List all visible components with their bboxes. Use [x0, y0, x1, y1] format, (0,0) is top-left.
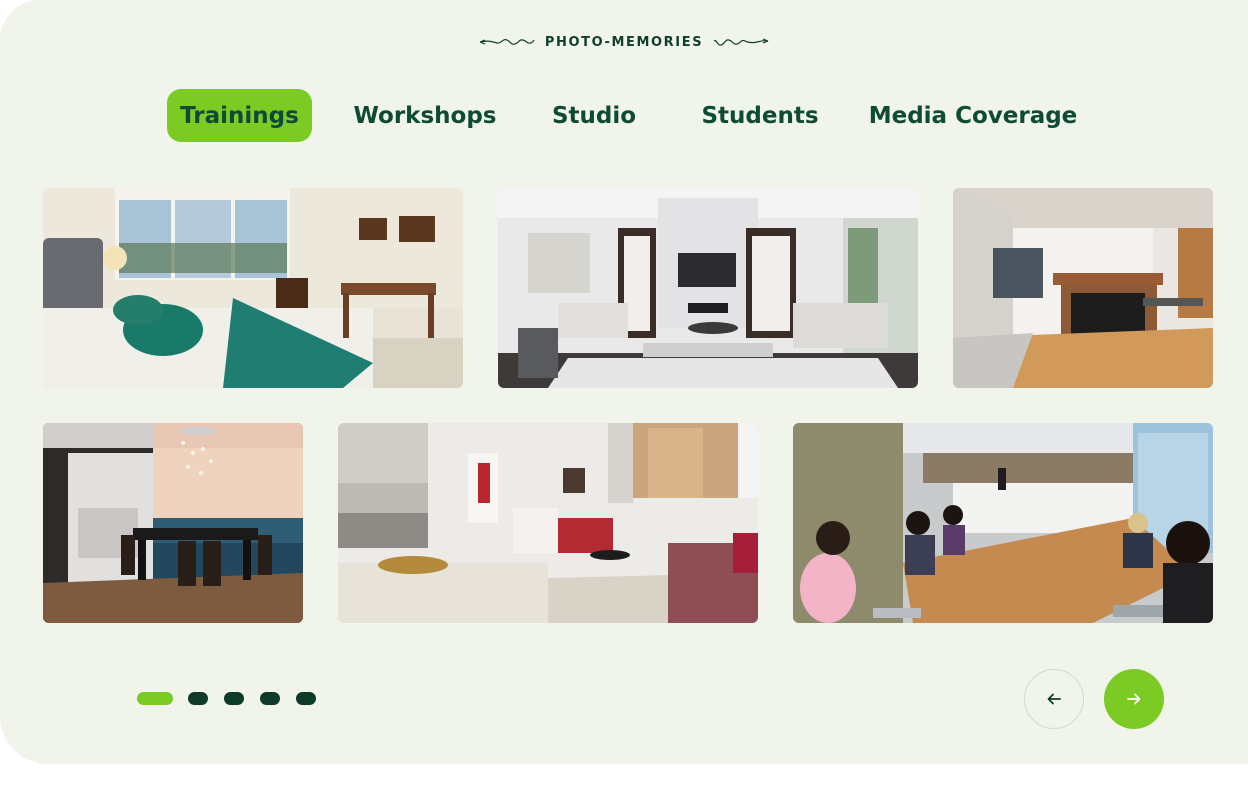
kitchen-living-area-photo-image: [338, 423, 758, 623]
fireplace-room-photo-image: [953, 188, 1213, 388]
pagination-dot[interactable]: [296, 692, 316, 705]
pagination-dot[interactable]: [188, 692, 208, 705]
tab-trainings[interactable]: Trainings: [167, 89, 312, 142]
tab-students[interactable]: Students: [692, 89, 828, 142]
section-eyebrow: PHOTO-MEMORIES: [0, 34, 1248, 50]
gallery-photo-kitchen-living[interactable]: [338, 423, 758, 623]
gallery-photo-living-room[interactable]: [498, 188, 918, 388]
pagination-dot[interactable]: [224, 692, 244, 705]
tab-workshops[interactable]: Workshops: [345, 89, 505, 142]
squiggle-left-icon: [479, 39, 535, 45]
gallery-photo-fireplace-room[interactable]: [953, 188, 1213, 388]
conference-room-meeting-photo-image: [793, 423, 1213, 623]
tab-label: Media Coverage: [868, 102, 1078, 129]
tab-label: Workshops: [353, 102, 497, 129]
living-room-photo-image: [498, 188, 918, 388]
squiggle-right-icon: [713, 38, 769, 46]
tab-studio[interactable]: Studio: [540, 89, 648, 142]
arrow-right-icon: [1127, 693, 1141, 705]
next-button[interactable]: [1104, 669, 1164, 729]
pagination-dot[interactable]: [260, 692, 280, 705]
dining-room-ocean-view-photo-image: [43, 423, 303, 623]
section-eyebrow-label: PHOTO-MEMORIES: [544, 34, 704, 50]
pagination-dot[interactable]: [137, 692, 173, 705]
arrow-left-icon: [1047, 693, 1061, 705]
tab-media-coverage[interactable]: Media Coverage: [866, 89, 1080, 142]
tab-label: Studio: [551, 102, 637, 129]
tab-label: Trainings: [180, 102, 299, 129]
bedroom-photo-image: [43, 188, 463, 388]
category-tabs: Trainings Workshops Studio Students Medi…: [0, 89, 1248, 142]
previous-button[interactable]: [1024, 669, 1084, 729]
gallery-photo-bedroom[interactable]: [43, 188, 463, 388]
tab-label: Students: [701, 102, 819, 129]
photo-memories-section: PHOTO-MEMORIES Trainings Workshops Studi…: [0, 0, 1248, 764]
gallery-photo-conference-room[interactable]: [793, 423, 1213, 623]
gallery-photo-dining-room[interactable]: [43, 423, 303, 623]
